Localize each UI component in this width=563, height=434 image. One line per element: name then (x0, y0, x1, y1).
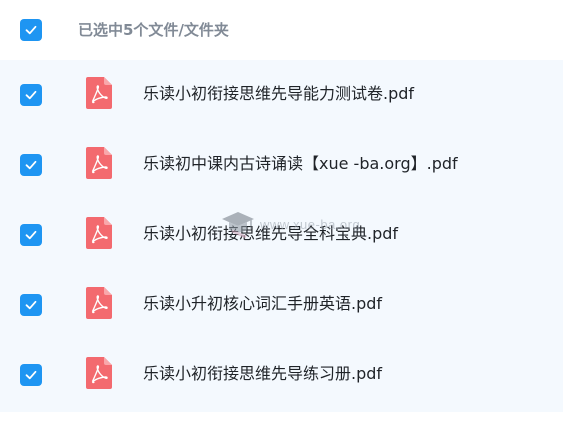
check-icon (25, 370, 37, 380)
file-row[interactable]: 乐读小升初核心词汇手册英语.pdf (0, 270, 563, 340)
file-checkbox[interactable] (20, 224, 42, 246)
file-checkbox[interactable] (20, 364, 42, 386)
pdf-icon (86, 77, 112, 109)
pdf-icon (86, 357, 112, 389)
file-name[interactable]: 乐读初中课内古诗诵读【xue -ba.org】.pdf (143, 153, 458, 175)
file-name[interactable]: 乐读小初衔接思维先导能力测试卷.pdf (143, 83, 414, 105)
file-row[interactable]: 乐读小初衔接思维先导能力测试卷.pdf (0, 60, 563, 130)
check-icon (25, 230, 37, 240)
file-checkbox[interactable] (20, 294, 42, 316)
selection-count-label: 已选中5个文件/文件夹 (78, 21, 229, 39)
pdf-icon (86, 147, 112, 179)
select-all-checkbox[interactable] (20, 19, 42, 41)
file-row[interactable]: 乐读初中课内古诗诵读【xue -ba.org】.pdf (0, 130, 563, 200)
file-row[interactable]: 乐读小初衔接思维先导全科宝典.pdf (0, 200, 563, 270)
file-checkbox[interactable] (20, 84, 42, 106)
file-name[interactable]: 乐读小初衔接思维先导练习册.pdf (143, 363, 382, 385)
file-name[interactable]: 乐读小初衔接思维先导全科宝典.pdf (143, 223, 398, 245)
pdf-icon (86, 287, 112, 319)
check-icon (25, 90, 37, 100)
selection-header: 已选中5个文件/文件夹 (0, 0, 563, 60)
file-checkbox[interactable] (20, 154, 42, 176)
check-icon (25, 160, 37, 170)
pdf-icon (86, 217, 112, 249)
check-icon (25, 300, 37, 310)
file-row[interactable]: 乐读小初衔接思维先导练习册.pdf (0, 340, 563, 410)
file-name[interactable]: 乐读小升初核心词汇手册英语.pdf (143, 293, 382, 315)
check-icon (25, 25, 37, 35)
file-list: 乐读小初衔接思维先导能力测试卷.pdf 乐读初中课内古诗诵读【xue -ba.o… (0, 60, 563, 412)
